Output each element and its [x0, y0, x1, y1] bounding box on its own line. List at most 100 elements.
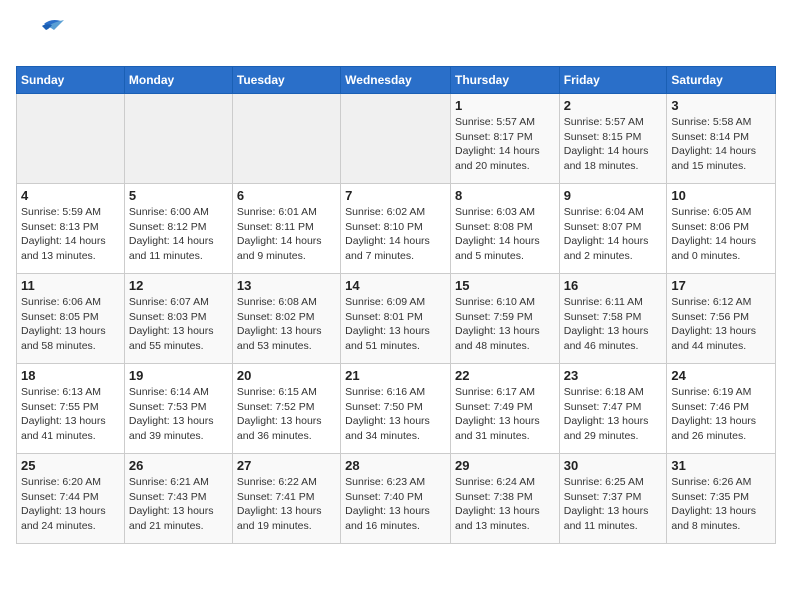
- logo: [16, 16, 70, 56]
- day-info: Sunrise: 6:14 AM Sunset: 7:53 PM Dayligh…: [129, 385, 228, 444]
- calendar-header-saturday: Saturday: [667, 67, 776, 94]
- day-number: 14: [345, 278, 446, 293]
- day-info: Sunrise: 6:07 AM Sunset: 8:03 PM Dayligh…: [129, 295, 228, 354]
- calendar-cell: [17, 94, 125, 184]
- day-number: 7: [345, 188, 446, 203]
- day-info: Sunrise: 6:00 AM Sunset: 8:12 PM Dayligh…: [129, 205, 228, 264]
- day-number: 31: [671, 458, 771, 473]
- calendar-cell: 31 Sunrise: 6:26 AM Sunset: 7:35 PM Dayli…: [667, 454, 776, 544]
- calendar-cell: 24 Sunrise: 6:19 AM Sunset: 7:46 PM Dayli…: [667, 364, 776, 454]
- day-info: Sunrise: 6:26 AM Sunset: 7:35 PM Dayligh…: [671, 475, 771, 534]
- calendar-cell: 15Sunrise: 6:10 AM Sunset: 7:59 PM Dayli…: [450, 274, 559, 364]
- page-header: [16, 16, 776, 56]
- day-number: 21: [345, 368, 446, 383]
- day-info: Sunrise: 6:19 AM Sunset: 7:46 PM Dayligh…: [671, 385, 771, 444]
- calendar-cell: 9Sunrise: 6:04 AM Sunset: 8:07 PM Daylig…: [559, 184, 667, 274]
- calendar-cell: 19 Sunrise: 6:14 AM Sunset: 7:53 PM Dayli…: [124, 364, 232, 454]
- day-number: 30: [564, 458, 663, 473]
- day-info: Sunrise: 6:12 AM Sunset: 7:56 PM Dayligh…: [671, 295, 771, 354]
- calendar-cell: 6Sunrise: 6:01 AM Sunset: 8:11 PM Daylig…: [232, 184, 340, 274]
- day-number: 2: [564, 98, 663, 113]
- calendar-cell: 26 Sunrise: 6:21 AM Sunset: 7:43 PM Dayli…: [124, 454, 232, 544]
- calendar-cell: 13 Sunrise: 6:08 AM Sunset: 8:02 PM Dayli…: [232, 274, 340, 364]
- day-number: 17: [671, 278, 771, 293]
- calendar-cell: 30 Sunrise: 6:25 AM Sunset: 7:37 PM Dayli…: [559, 454, 667, 544]
- day-number: 25: [21, 458, 120, 473]
- calendar-week-2: 4 Sunrise: 5:59 AM Sunset: 8:13 PM Daylig…: [17, 184, 776, 274]
- day-info: Sunrise: 6:21 AM Sunset: 7:43 PM Dayligh…: [129, 475, 228, 534]
- day-info: Sunrise: 6:06 AM Sunset: 8:05 PM Dayligh…: [21, 295, 120, 354]
- day-number: 24: [671, 368, 771, 383]
- day-info: Sunrise: 6:18 AM Sunset: 7:47 PM Dayligh…: [564, 385, 663, 444]
- day-number: 1: [455, 98, 555, 113]
- calendar-cell: 1Sunrise: 5:57 AM Sunset: 8:17 PM Daylig…: [450, 94, 559, 184]
- general-blue-logo-icon: [16, 16, 66, 56]
- calendar-cell: [232, 94, 340, 184]
- day-info: Sunrise: 6:20 AM Sunset: 7:44 PM Dayligh…: [21, 475, 120, 534]
- calendar-cell: 18 Sunrise: 6:13 AM Sunset: 7:55 PM Dayli…: [17, 364, 125, 454]
- calendar-header-friday: Friday: [559, 67, 667, 94]
- calendar-cell: 12Sunrise: 6:07 AM Sunset: 8:03 PM Dayli…: [124, 274, 232, 364]
- calendar-cell: 20 Sunrise: 6:15 AM Sunset: 7:52 PM Dayli…: [232, 364, 340, 454]
- calendar-week-3: 11 Sunrise: 6:06 AM Sunset: 8:05 PM Dayli…: [17, 274, 776, 364]
- day-info: Sunrise: 6:11 AM Sunset: 7:58 PM Dayligh…: [564, 295, 663, 354]
- day-info: Sunrise: 6:04 AM Sunset: 8:07 PM Dayligh…: [564, 205, 663, 264]
- day-number: 5: [129, 188, 228, 203]
- calendar-cell: 21 Sunrise: 6:16 AM Sunset: 7:50 PM Dayli…: [341, 364, 451, 454]
- calendar-header-sunday: Sunday: [17, 67, 125, 94]
- day-number: 3: [671, 98, 771, 113]
- calendar-cell: 3 Sunrise: 5:58 AM Sunset: 8:14 PM Daylig…: [667, 94, 776, 184]
- day-number: 26: [129, 458, 228, 473]
- day-info: Sunrise: 6:17 AM Sunset: 7:49 PM Dayligh…: [455, 385, 555, 444]
- day-info: Sunrise: 6:23 AM Sunset: 7:40 PM Dayligh…: [345, 475, 446, 534]
- day-number: 8: [455, 188, 555, 203]
- day-number: 4: [21, 188, 120, 203]
- calendar-header-thursday: Thursday: [450, 67, 559, 94]
- day-info: Sunrise: 6:22 AM Sunset: 7:41 PM Dayligh…: [237, 475, 336, 534]
- day-number: 10: [671, 188, 771, 203]
- day-info: Sunrise: 6:10 AM Sunset: 7:59 PM Dayligh…: [455, 295, 555, 354]
- day-info: Sunrise: 6:15 AM Sunset: 7:52 PM Dayligh…: [237, 385, 336, 444]
- calendar-cell: [341, 94, 451, 184]
- day-number: 19: [129, 368, 228, 383]
- calendar-cell: 27Sunrise: 6:22 AM Sunset: 7:41 PM Dayli…: [232, 454, 340, 544]
- calendar-cell: 10 Sunrise: 6:05 AM Sunset: 8:06 PM Dayli…: [667, 184, 776, 274]
- calendar-table: SundayMondayTuesdayWednesdayThursdayFrid…: [16, 66, 776, 544]
- calendar-header-row: SundayMondayTuesdayWednesdayThursdayFrid…: [17, 67, 776, 94]
- day-info: Sunrise: 6:08 AM Sunset: 8:02 PM Dayligh…: [237, 295, 336, 354]
- day-info: Sunrise: 6:02 AM Sunset: 8:10 PM Dayligh…: [345, 205, 446, 264]
- calendar-cell: 5 Sunrise: 6:00 AM Sunset: 8:12 PM Daylig…: [124, 184, 232, 274]
- calendar-cell: 11 Sunrise: 6:06 AM Sunset: 8:05 PM Dayli…: [17, 274, 125, 364]
- calendar-cell: 17 Sunrise: 6:12 AM Sunset: 7:56 PM Dayli…: [667, 274, 776, 364]
- day-info: Sunrise: 6:16 AM Sunset: 7:50 PM Dayligh…: [345, 385, 446, 444]
- day-number: 28: [345, 458, 446, 473]
- calendar-header-monday: Monday: [124, 67, 232, 94]
- day-number: 6: [237, 188, 336, 203]
- day-info: Sunrise: 5:57 AM Sunset: 8:15 PM Dayligh…: [564, 115, 663, 174]
- day-number: 23: [564, 368, 663, 383]
- day-info: Sunrise: 5:59 AM Sunset: 8:13 PM Dayligh…: [21, 205, 120, 264]
- day-number: 18: [21, 368, 120, 383]
- calendar-cell: 2 Sunrise: 5:57 AM Sunset: 8:15 PM Daylig…: [559, 94, 667, 184]
- day-number: 11: [21, 278, 120, 293]
- day-number: 16: [564, 278, 663, 293]
- day-info: Sunrise: 6:09 AM Sunset: 8:01 PM Dayligh…: [345, 295, 446, 354]
- day-info: Sunrise: 6:05 AM Sunset: 8:06 PM Dayligh…: [671, 205, 771, 264]
- day-info: Sunrise: 6:03 AM Sunset: 8:08 PM Dayligh…: [455, 205, 555, 264]
- calendar-cell: 16 Sunrise: 6:11 AM Sunset: 7:58 PM Dayli…: [559, 274, 667, 364]
- day-info: Sunrise: 6:25 AM Sunset: 7:37 PM Dayligh…: [564, 475, 663, 534]
- calendar-header-wednesday: Wednesday: [341, 67, 451, 94]
- calendar-cell: 23 Sunrise: 6:18 AM Sunset: 7:47 PM Dayli…: [559, 364, 667, 454]
- calendar-cell: 4 Sunrise: 5:59 AM Sunset: 8:13 PM Daylig…: [17, 184, 125, 274]
- day-number: 20: [237, 368, 336, 383]
- calendar-cell: [124, 94, 232, 184]
- calendar-week-4: 18 Sunrise: 6:13 AM Sunset: 7:55 PM Dayli…: [17, 364, 776, 454]
- calendar-week-5: 25 Sunrise: 6:20 AM Sunset: 7:44 PM Dayli…: [17, 454, 776, 544]
- calendar-cell: 7 Sunrise: 6:02 AM Sunset: 8:10 PM Daylig…: [341, 184, 451, 274]
- day-info: Sunrise: 6:13 AM Sunset: 7:55 PM Dayligh…: [21, 385, 120, 444]
- day-number: 13: [237, 278, 336, 293]
- calendar-cell: 28 Sunrise: 6:23 AM Sunset: 7:40 PM Dayli…: [341, 454, 451, 544]
- calendar-cell: 25 Sunrise: 6:20 AM Sunset: 7:44 PM Dayli…: [17, 454, 125, 544]
- day-info: Sunrise: 5:58 AM Sunset: 8:14 PM Dayligh…: [671, 115, 771, 174]
- calendar-cell: 29Sunrise: 6:24 AM Sunset: 7:38 PM Dayli…: [450, 454, 559, 544]
